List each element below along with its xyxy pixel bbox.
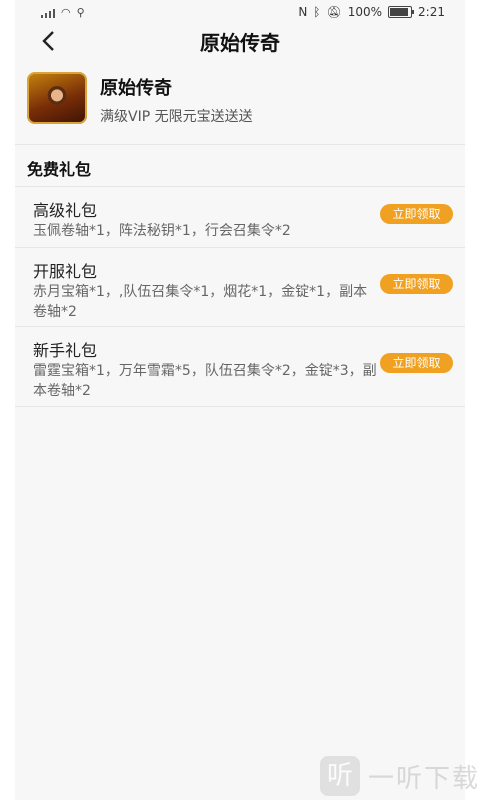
game-header: 原始传奇 满级VIP 无限元宝送送送 — [15, 64, 465, 145]
gift-item: 新手礼包 雷霆宝箱*1，万年雪霜*5，队伍召集令*2，金锭*3，副本卷轴*2 立… — [15, 327, 465, 407]
clock: 2:21 — [418, 5, 445, 19]
status-left: ◠ ⚲ — [41, 6, 85, 19]
gift-contents: 雷霆宝箱*1，万年雪霜*5，队伍召集令*2，金锭*3，副本卷轴*2 — [33, 363, 377, 399]
section-title: 免费礼包 — [27, 160, 92, 179]
nav-bar: 原始传奇 — [15, 26, 465, 56]
game-icon — [27, 72, 87, 124]
gift-contents: 赤月宝箱*1，,队伍召集令*1，烟花*1，金锭*1，副本卷轴*2 — [33, 284, 368, 320]
gift-contents: 玉佩卷轴*1，阵法秘钥*1，行会召集令*2 — [33, 223, 291, 239]
mute-icon: 🔕︎ — [326, 5, 342, 19]
gift-name: 开服礼包 — [33, 262, 98, 281]
gift-item: 开服礼包 赤月宝箱*1，,队伍召集令*1，烟花*1，金锭*1，副本卷轴*2 立即… — [15, 248, 465, 327]
gift-name: 新手礼包 — [33, 341, 98, 360]
wifi-icon: ◠ — [61, 6, 71, 19]
battery-icon — [388, 6, 415, 18]
gift-name: 高级礼包 — [33, 201, 98, 220]
status-bar: ◠ ⚲ N ᛒ 🔕︎ 100% 2:21 — [15, 0, 465, 26]
gift-item: 高级礼包 玉佩卷轴*1，阵法秘钥*1，行会召集令*2 立即领取 — [15, 187, 465, 248]
claim-button[interactable]: 立即领取 — [380, 274, 453, 294]
nfc-icon: N — [298, 5, 308, 19]
page-title: 原始传奇 — [200, 31, 280, 55]
watermark-text: 一听下载 — [368, 763, 480, 794]
signal-icon — [41, 8, 55, 18]
game-name: 原始传奇 — [100, 78, 172, 99]
battery-percent: 100% — [347, 5, 383, 19]
bluetooth-icon: ᛒ — [313, 5, 321, 19]
usb-icon: ⚲ — [76, 6, 85, 19]
watermark-logo-icon: 听 — [320, 756, 360, 796]
claim-button[interactable]: 立即领取 — [380, 353, 453, 373]
game-description: 满级VIP 无限元宝送送送 — [100, 109, 253, 125]
claim-button[interactable]: 立即领取 — [380, 204, 453, 224]
status-right: N ᛒ 🔕︎ 100% 2:21 — [298, 5, 445, 19]
watermark: 听 一听下载 — [320, 756, 480, 796]
page: ◠ ⚲ N ᛒ 🔕︎ 100% 2:21 原始传奇 原始传奇 满级VIP 无限元… — [15, 0, 465, 800]
